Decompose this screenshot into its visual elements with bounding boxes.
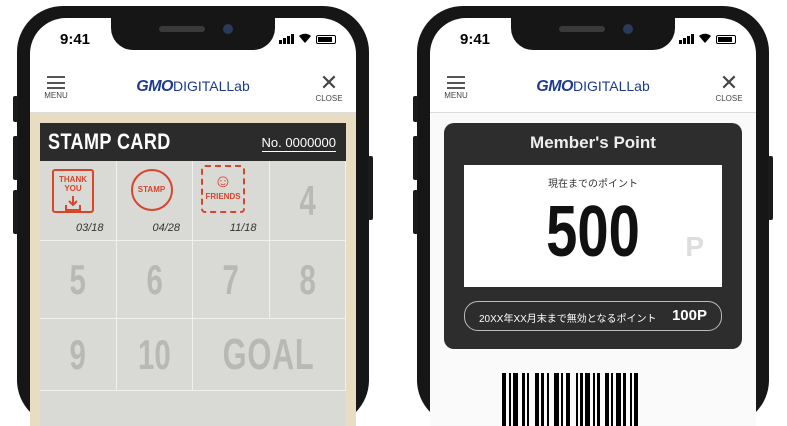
logo-bold: GMO	[536, 78, 573, 95]
card-number: No. 0000000	[261, 135, 336, 152]
stamp-cell-2: STAMP 04/28	[116, 161, 193, 241]
power-button	[368, 156, 373, 220]
stamp-date: 03/18	[75, 222, 104, 234]
mute-switch	[13, 96, 18, 122]
cell-number: 5	[69, 255, 86, 303]
signal-icon	[279, 34, 294, 44]
menu-label: MENU	[444, 91, 468, 100]
left-phone: 9:41 MENU GMODIGITALLab ✕ CLOSE STAMP CA…	[13, 6, 373, 426]
friends-stamp: ☺ FRIENDS	[201, 165, 245, 213]
battery-icon	[716, 35, 736, 44]
stamp-label: FRIENDS	[205, 192, 241, 201]
expiring-points-value: 100P	[671, 307, 707, 324]
stamp-card-area: STAMP CARD No. 0000000 THANK YOU 03/18 S…	[30, 113, 356, 426]
stamp-cell-5: 5	[40, 241, 117, 319]
thank-you-stamp: THANK YOU	[52, 169, 94, 213]
volume-up-button	[413, 136, 418, 180]
close-icon: ✕	[719, 70, 739, 95]
stamp-cell-10: 10	[116, 319, 193, 391]
stamp-date: 11/18	[229, 222, 257, 234]
mute-switch	[413, 96, 418, 122]
front-camera	[223, 24, 233, 34]
point-display: 現在までのポイント 500 P	[464, 165, 722, 287]
close-icon: ✕	[319, 70, 339, 95]
expiring-points-label: 20XX年XX月末まで無効となるポイント	[479, 314, 657, 325]
speaker	[559, 26, 605, 32]
status-icons	[679, 32, 736, 44]
stamp-cell-goal: GOAL	[193, 319, 346, 391]
stamp-cell-9: 9	[40, 319, 117, 391]
point-subtitle: 現在までのポイント	[548, 179, 638, 190]
app-header: MENU GMODIGITALLab ✕ CLOSE	[30, 64, 356, 113]
notch	[111, 18, 275, 50]
barcode	[502, 373, 638, 426]
brand-logo: GMODIGITALLab	[136, 78, 250, 96]
menu-label: MENU	[44, 91, 68, 100]
friends-icon: ☺	[213, 171, 233, 191]
stamp-date: 04/28	[152, 222, 180, 234]
stamp-cell-4: 4	[269, 161, 346, 241]
right-phone: 9:41 MENU GMODIGITALLab ✕ CLOSE Member's…	[413, 6, 773, 426]
status-icons	[279, 32, 336, 44]
signal-icon	[679, 34, 694, 44]
volume-down-button	[13, 190, 18, 234]
hamburger-icon	[447, 76, 465, 89]
stamp-card-header: STAMP CARD No. 0000000	[40, 123, 346, 161]
logo-bold: GMO	[136, 78, 173, 95]
round-stamp: STAMP	[130, 169, 173, 211]
stamp-label: STAMP	[137, 185, 166, 194]
close-label: CLOSE	[715, 94, 743, 103]
notch	[511, 18, 675, 50]
point-value: 500	[546, 192, 640, 272]
brand-logo: GMODIGITALLab	[536, 78, 650, 96]
close-button[interactable]: ✕ CLOSE	[714, 70, 744, 104]
cell-number: 4	[299, 176, 316, 224]
close-label: CLOSE	[315, 94, 343, 103]
stamp-card-title: STAMP CARD	[48, 129, 171, 154]
volume-down-button	[413, 190, 418, 234]
power-button	[768, 156, 773, 220]
logo-text: DIGITALLab	[172, 78, 250, 94]
download-icon	[65, 196, 81, 211]
menu-button[interactable]: MENU	[444, 76, 468, 100]
stamp-cell-1: THANK YOU 03/18	[40, 161, 117, 241]
right-screen: 9:41 MENU GMODIGITALLab ✕ CLOSE Member's…	[430, 18, 756, 426]
member-point-card: Member's Point 現在までのポイント 500 P 20XX年XX月末…	[444, 123, 742, 349]
point-area: Member's Point 現在までのポイント 500 P 20XX年XX月末…	[430, 113, 756, 426]
stamp-cell-3: ☺ FRIENDS 11/18	[193, 161, 270, 241]
stamp-label: THANK YOU	[59, 175, 87, 193]
close-button[interactable]: ✕ CLOSE	[314, 70, 344, 104]
stamp-cell-7: 7	[193, 241, 270, 319]
goal-label: GOAL	[223, 329, 315, 379]
point-unit: P	[685, 231, 704, 262]
hamburger-icon	[47, 76, 65, 89]
expiring-points-pill: 20XX年XX月末まで無効となるポイント 100P	[464, 301, 722, 331]
front-camera	[623, 24, 633, 34]
cell-number: 9	[69, 330, 86, 378]
cell-number: 10	[137, 330, 171, 378]
cell-number: 7	[222, 255, 239, 303]
app-header: MENU GMODIGITALLab ✕ CLOSE	[430, 64, 756, 113]
left-screen: 9:41 MENU GMODIGITALLab ✕ CLOSE STAMP CA…	[30, 18, 356, 426]
wifi-icon	[299, 33, 311, 43]
logo-text: DIGITALLab	[572, 78, 650, 94]
point-card-title: Member's Point	[530, 133, 656, 152]
stamp-cell-8: 8	[269, 241, 346, 319]
speaker	[159, 26, 205, 32]
status-time: 9:41	[60, 31, 91, 48]
cell-number: 8	[299, 255, 316, 303]
status-time: 9:41	[460, 31, 491, 48]
cell-number: 6	[146, 255, 163, 303]
menu-button[interactable]: MENU	[44, 76, 68, 100]
stamp-cell-6: 6	[116, 241, 193, 319]
battery-icon	[316, 35, 336, 44]
wifi-icon	[699, 33, 711, 43]
stamp-grid: THANK YOU 03/18 STAMP 04/28 ☺ FRIENDS 11…	[40, 161, 346, 426]
volume-up-button	[13, 136, 18, 180]
